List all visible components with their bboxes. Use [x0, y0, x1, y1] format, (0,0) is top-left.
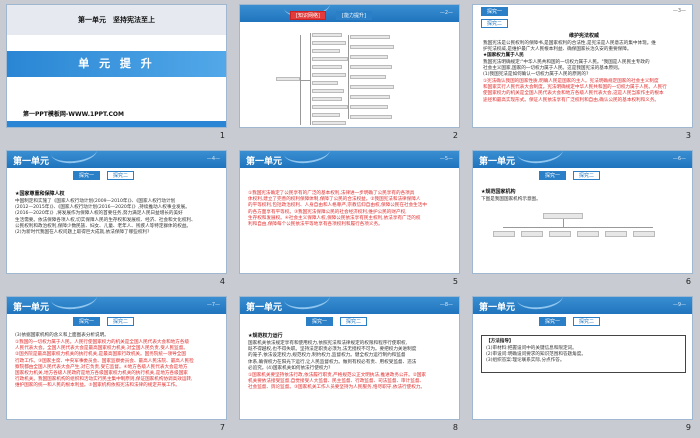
slide-header-bar: 第一单元 —6—: [473, 151, 692, 168]
tag-explore-2: 探究二: [573, 171, 601, 180]
slide-number: 9: [685, 423, 691, 432]
tag-explore-2: 探究二: [107, 171, 135, 180]
slide-canvas: —3— 探究一 探究二 维护宪法权威 我国宪法是公民权利的保障书,是国家权利的合…: [472, 4, 693, 128]
question-text: (3)依据国家机构的含义和上面图表分析说明。: [15, 333, 109, 338]
body-text: 中国制定和实施了《国家人权行动计划(2009—2010年)》、《国家人权行动计划…: [15, 199, 196, 236]
slide-canvas: 第一单元 —9— 探究一 探究二 【方法指导】 (1)审材料:把握设问中的关键信…: [472, 296, 693, 420]
slide-number: 6: [685, 277, 691, 286]
header-arc-decoration: [515, 151, 565, 166]
slide-header-title: 第一单元: [479, 303, 516, 313]
answer-text: ①我国的一切权力属于人民。人民行使国家权力的机关是全国人民代表大会和地方各级 人…: [15, 340, 194, 389]
slide-header-title: 第一单元: [13, 157, 50, 167]
slide-canvas: 第一单元 坚持宪法至上 单 元 提 升 第一PPT模板网-WWW.1PPT.CO…: [6, 4, 227, 128]
header-band: 第一单元 坚持宪法至上: [7, 5, 226, 35]
tag-explore-2: 探究二: [107, 317, 135, 326]
footer-text: 第一PPT模板网-WWW.1PPT.COM: [23, 111, 124, 118]
slide-thumb-5[interactable]: 第一单元 —5— ①我国宪法确定了公民享有的广泛的基本权利,法律进一步明确了公民…: [233, 146, 466, 292]
tag-explore-1: 探究一: [306, 317, 334, 326]
page-tag: —8—: [439, 302, 453, 308]
box-text: (1)审材料:把握设问中的关键信息和限定词。 (2)审设问:明确设问要求的知识范…: [486, 346, 586, 364]
slide-header-title: 第一单元: [246, 303, 283, 313]
slide-number: 1: [219, 131, 225, 140]
slide-heading: 维护宪法权威: [569, 33, 600, 39]
header-arc-decoration: [282, 151, 332, 166]
slide-heading: ★规范权力运行: [248, 333, 283, 339]
tag-explore-2: 探究二: [481, 19, 509, 28]
tag-explore-1: 探究一: [73, 317, 101, 326]
slide-thumb-1[interactable]: 第一单元 坚持宪法至上 单 元 提 升 第一PPT模板网-WWW.1PPT.CO…: [0, 0, 233, 146]
page-tag: —7—: [206, 302, 220, 308]
footer-bar: [7, 121, 226, 127]
slide-header-bar: 第一单元 —9—: [473, 297, 692, 314]
tag-explore-1: 探究一: [481, 7, 509, 16]
tag-explore-1: 探究一: [73, 171, 101, 180]
slide-canvas: 第一单元 —8— 探究一 探究二 ★规范权力运行 国家机关依法规定享有和使用权力…: [239, 296, 460, 420]
tag-explore-2: 探究二: [340, 317, 368, 326]
answer-text: ①宪法确认我国的国家性质,明确人民是国家的主人。宪法明确规定国家的社会主义制度 …: [483, 79, 667, 103]
slide-canvas: 第一单元 —4— 探究一 探究二 ★国家尊重和保障人权 中国制定和实施了《国家人…: [6, 150, 227, 274]
header-arc-decoration: [282, 297, 332, 312]
header-arc-decoration: [515, 297, 565, 312]
box-title: 【方法指导】: [486, 339, 514, 344]
slide-thumb-3[interactable]: —3— 探究一 探究二 维护宪法权威 我国宪法是公民权利的保障书,是国家权利的合…: [466, 0, 699, 146]
body-text: 我国宪法是公民权利的保障书,是国家权利的合法性,是宪法是人民意志的集中体现。维 …: [483, 41, 656, 78]
slide-header-bar: 第一单元 —7—: [7, 297, 226, 314]
page-tag: —9—: [672, 302, 686, 308]
page-tag: —6—: [672, 156, 686, 162]
slide-header-bar: 第一单元 —5—: [240, 151, 459, 168]
slide-header-title: 第一单元: [246, 157, 283, 167]
unit-title: 第一单元 坚持宪法至上: [78, 16, 155, 24]
page-tag: —2—: [439, 10, 453, 16]
slide-number: 2: [452, 131, 458, 140]
slide-number: 3: [685, 131, 691, 140]
tag-explore-2: 探究二: [573, 317, 601, 326]
slide-number: 5: [452, 277, 458, 286]
page-tag: —5—: [439, 156, 453, 162]
banner-title: 单 元 提 升: [7, 51, 226, 77]
body-text: 国家机关依法规定享有和使用权力,依照宪法和法律规定的权限和程序行使职权, 既不得…: [248, 341, 417, 371]
slide-thumb-6[interactable]: 第一单元 —6— 探究一 探究二 ★规范国家机构 下图是我国国家机构示意图。 6: [466, 146, 699, 292]
slide-heading: ★规范国家机构: [481, 189, 516, 195]
slide-canvas: 第一单元 —7— 探究一 探究二 (3)依据国家机构的含义和上面图表分析说明。 …: [6, 296, 227, 420]
header-arc-decoration: [49, 151, 99, 166]
header-arc-decoration: [49, 297, 99, 312]
answer-text: ①我国宪法确定了公民享有的广泛的基本权利,法律进一步明确了公民享有的各项具 体权…: [248, 191, 427, 228]
page-tag: —3—: [672, 8, 686, 14]
slide-heading: ★国家尊重和保障人权: [15, 191, 65, 197]
slide-header-bar: 第一单元 —8—: [240, 297, 459, 314]
slide-number: 7: [219, 423, 225, 432]
slide-thumb-8[interactable]: 第一单元 —8— 探究一 探究二 ★规范权力运行 国家机关依法规定享有和使用权力…: [233, 292, 466, 438]
slide-number: 8: [452, 423, 458, 432]
slide-thumb-7[interactable]: 第一单元 —7— 探究一 探究二 (3)依据国家机构的含义和上面图表分析说明。 …: [0, 292, 233, 438]
slide-canvas: —2— [知识网络] [能力提升]: [239, 4, 460, 128]
tag-ability: [能力提升]: [336, 11, 372, 20]
tag-knowledge-network: [知识网络]: [290, 11, 326, 20]
slide-thumb-9[interactable]: 第一单元 —9— 探究一 探究二 【方法指导】 (1)审材料:把握设问中的关键信…: [466, 292, 699, 438]
slide-subtext: 下图是我国国家机构示意图。: [481, 197, 541, 202]
slide-canvas: 第一单元 —6— 探究一 探究二 ★规范国家机构 下图是我国国家机构示意图。: [472, 150, 693, 274]
tag-explore-1: 探究一: [539, 171, 567, 180]
slide-canvas: 第一单元 —5— ①我国宪法确定了公民享有的广泛的基本权利,法律进一步明确了公民…: [239, 150, 460, 274]
slide-header-bar: 第一单元 —4—: [7, 151, 226, 168]
slide-header-title: 第一单元: [479, 157, 516, 167]
method-guide-box: 【方法指导】 (1)审材料:把握设问中的关键信息和限定词。 (2)审设问:明确设…: [481, 335, 686, 373]
page-tag: —4—: [206, 156, 220, 162]
slide-number: 4: [219, 277, 225, 286]
slide-header-title: 第一单元: [13, 303, 50, 313]
tag-explore-1: 探究一: [539, 317, 567, 326]
slide-thumb-2[interactable]: —2— [知识网络] [能力提升] 2: [233, 0, 466, 146]
slide-thumb-4[interactable]: 第一单元 —4— 探究一 探究二 ★国家尊重和保障人权 中国制定和实施了《国家人…: [0, 146, 233, 292]
answer-text: ①国家机关要坚持依法行政,依法履行职责,严格规范公正文明执法,推进政务公开。②国…: [248, 373, 426, 391]
